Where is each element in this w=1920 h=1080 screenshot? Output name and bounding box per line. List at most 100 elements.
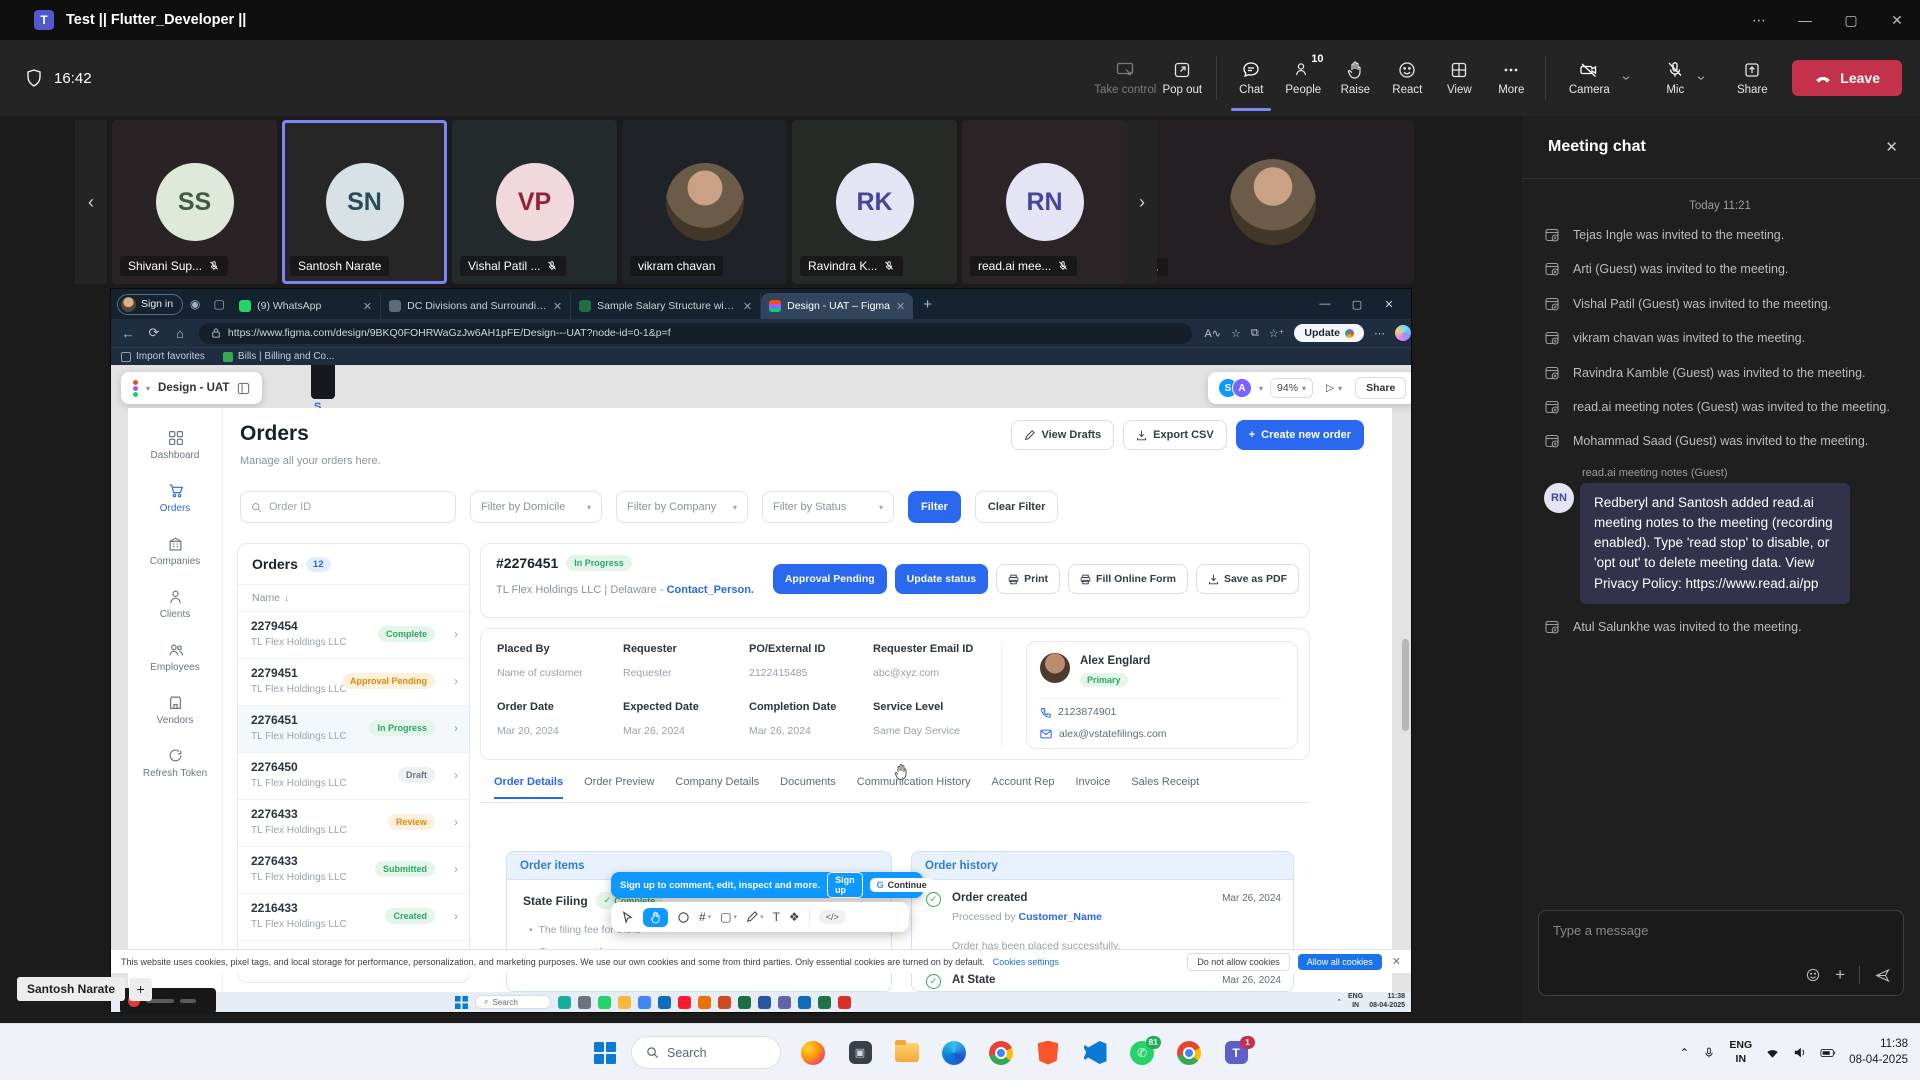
- tab-company-details[interactable]: Company Details: [675, 776, 759, 799]
- tab-sales-receipt[interactable]: Sales Receipt: [1131, 776, 1199, 799]
- order-list-row[interactable]: 2276433TL Flex Holdings LLCSubmitted›: [238, 847, 469, 894]
- people-button[interactable]: 10 People: [1277, 45, 1329, 111]
- avatars-chevron-icon[interactable]: ▾: [1259, 384, 1263, 393]
- participant-tile[interactable]: RKRavindra K...: [792, 120, 957, 284]
- contact-email[interactable]: alex@vstatefilings.com: [1059, 728, 1167, 740]
- chat-close-icon[interactable]: ✕: [1885, 138, 1898, 156]
- refresh-icon[interactable]: ⟳: [141, 325, 167, 341]
- shape-tool-icon[interactable]: ▢▾: [720, 910, 737, 924]
- participant-tile[interactable]: SSShivani Sup...: [112, 120, 277, 284]
- browser-tab[interactable]: DC Divisions and Surroundings✕: [381, 293, 571, 319]
- shared-app-icon[interactable]: [618, 996, 631, 1009]
- minimize-icon[interactable]: —: [1782, 12, 1828, 28]
- chat-button[interactable]: Chat: [1225, 45, 1277, 111]
- shared-app-icon[interactable]: [778, 996, 791, 1009]
- sidebar-item-orders[interactable]: Orders: [128, 483, 222, 514]
- allow-cookies-button[interactable]: Allow all cookies: [1298, 954, 1382, 970]
- url-field[interactable]: https://www.figma.com/design/9BKQ0FOHRWa…: [199, 323, 1193, 344]
- tab-close-icon[interactable]: ✕: [553, 300, 562, 313]
- firefox-icon[interactable]: [800, 1040, 826, 1066]
- filter-by-company-select[interactable]: Filter by Company▾: [616, 491, 748, 523]
- bookmark-bills-billing[interactable]: Bills | Billing and Co...: [223, 351, 335, 362]
- raise-hand-button[interactable]: Raise: [1329, 45, 1381, 111]
- browser-close-icon[interactable]: ✕: [1373, 298, 1405, 311]
- split-screen-icon[interactable]: ⧉: [1251, 327, 1259, 340]
- tab-documents[interactable]: Documents: [780, 776, 836, 799]
- browser-tab[interactable]: (9) WhatsApp✕: [231, 293, 381, 319]
- chat-message-list[interactable]: Today 11:21Tejas Ingle was invited to th…: [1522, 186, 1920, 896]
- shared-search-box[interactable]: ⌕Search: [475, 995, 551, 1009]
- mic-button[interactable]: Mic: [1646, 45, 1726, 111]
- emoji-icon[interactable]: [1805, 967, 1821, 983]
- contact-phone[interactable]: 2123874901: [1058, 706, 1116, 718]
- react-button[interactable]: React: [1381, 45, 1433, 111]
- read-aloud-icon[interactable]: A∿: [1204, 327, 1221, 340]
- zoom-control[interactable]: 94%▾: [1270, 378, 1313, 398]
- file-explorer-icon[interactable]: [894, 1040, 920, 1066]
- share-button[interactable]: Share: [1726, 45, 1778, 111]
- figma-share-button[interactable]: Share: [1355, 377, 1406, 399]
- sidebar-item-employees[interactable]: Employees: [128, 642, 222, 673]
- browser-profile-button[interactable]: Sign in: [117, 294, 183, 315]
- comment-tool-icon[interactable]: [677, 911, 690, 924]
- shared-app-icon[interactable]: [798, 996, 811, 1009]
- browser-tab[interactable]: Design - UAT – Figma✕: [761, 293, 913, 319]
- figma-collaborator-avatar[interactable]: A: [1232, 378, 1252, 398]
- canvas-scrollbar[interactable]: [1402, 369, 1409, 985]
- apply-filter-button[interactable]: Filter: [908, 491, 961, 523]
- shared-start-icon[interactable]: [455, 996, 468, 1009]
- order-list-row[interactable]: 2279451TL Flex Holdings LLCApproval Pend…: [238, 659, 469, 706]
- figma-canvas[interactable]: ▾ Design - UAT S SA ▾ 94%▾ ▷▾ Share Dash…: [111, 365, 1411, 992]
- tab-close-icon[interactable]: ✕: [743, 300, 752, 313]
- vscode-icon[interactable]: [1082, 1040, 1108, 1066]
- home-icon[interactable]: ⌂: [167, 326, 193, 341]
- brave-icon[interactable]: [1035, 1040, 1061, 1066]
- prototype-play-button[interactable]: ▷▾: [1320, 379, 1348, 397]
- volume-icon[interactable]: [1793, 1046, 1807, 1059]
- collections-icon[interactable]: ☆⁺: [1269, 327, 1285, 340]
- print-button[interactable]: Print: [996, 564, 1060, 594]
- browser-minimize-icon[interactable]: —: [1309, 298, 1341, 310]
- wifi-icon[interactable]: [1765, 1047, 1780, 1059]
- pop-out-button[interactable]: Pop out: [1156, 45, 1208, 111]
- settings-more-icon[interactable]: ⋯: [1374, 327, 1385, 340]
- order-list-row[interactable]: 2216433TL Flex Holdings LLCCreated›: [238, 894, 469, 941]
- shared-app-icon[interactable]: [558, 996, 571, 1009]
- figma-signup-button[interactable]: Sign up: [827, 872, 863, 898]
- save-as-pdf-button[interactable]: Save as PDF: [1196, 564, 1299, 594]
- tab-invoice[interactable]: Invoice: [1075, 776, 1110, 799]
- tab-close-icon[interactable]: ✕: [363, 300, 372, 313]
- mic-chevron-icon[interactable]: [1695, 72, 1707, 84]
- browser-extensions-icon[interactable]: ◉: [183, 297, 207, 311]
- cookie-close-icon[interactable]: ✕: [1392, 955, 1401, 968]
- approval-pending-button[interactable]: Approval Pending: [773, 564, 887, 594]
- sidebar-item-vendors[interactable]: Vendors: [128, 695, 222, 726]
- maximize-icon[interactable]: ▢: [1828, 12, 1874, 29]
- teams-icon[interactable]: T1: [1223, 1040, 1249, 1066]
- battery-icon[interactable]: [1820, 1048, 1836, 1058]
- browser-update-button[interactable]: Update: [1294, 324, 1364, 342]
- shared-app-icon[interactable]: [838, 996, 851, 1009]
- more-window-icon[interactable]: ⋯: [1736, 12, 1782, 29]
- start-button[interactable]: [592, 1040, 618, 1066]
- components-tool-icon[interactable]: ❖: [789, 910, 800, 924]
- browser-maximize-icon[interactable]: ▢: [1341, 298, 1373, 311]
- bookmark-import-favorites[interactable]: Import favorites: [121, 351, 205, 362]
- shared-app-icon[interactable]: [598, 996, 611, 1009]
- filter-by-status-select[interactable]: Filter by Status▾: [762, 491, 894, 523]
- clear-filter-button[interactable]: Clear Filter: [975, 491, 1058, 523]
- move-tool-icon[interactable]: [621, 911, 634, 924]
- whatsapp-icon[interactable]: ✆81: [1129, 1040, 1155, 1066]
- hand-tool-icon[interactable]: [643, 908, 668, 927]
- shared-app-icon[interactable]: [758, 996, 771, 1009]
- send-icon[interactable]: [1874, 967, 1891, 984]
- chrome-2-icon[interactable]: [1176, 1040, 1202, 1066]
- layers-panel-icon[interactable]: [237, 382, 250, 395]
- participant-tile[interactable]: RNread.ai mee...: [962, 120, 1127, 284]
- order-id-search-input[interactable]: Order ID: [240, 491, 456, 523]
- take-control-button[interactable]: Take control: [1094, 45, 1156, 111]
- filter-by-domicile-select[interactable]: Filter by Domicile▾: [470, 491, 602, 523]
- copilot-icon[interactable]: [1395, 325, 1411, 341]
- dev-mode-toggle[interactable]: </>: [819, 910, 846, 924]
- shared-app-icon[interactable]: [638, 996, 651, 1009]
